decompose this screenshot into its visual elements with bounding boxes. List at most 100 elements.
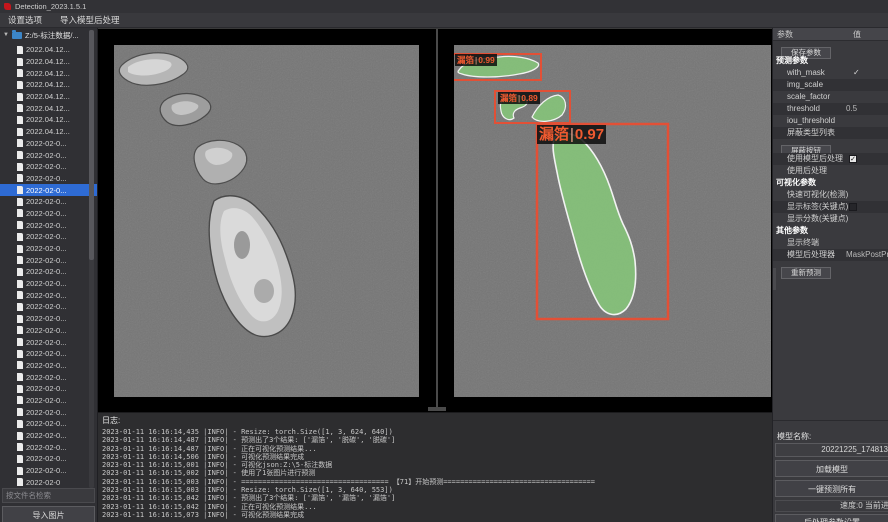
param-row[interactable]: iou_threshold xyxy=(773,115,888,127)
param-button[interactable]: 重新预测 xyxy=(781,267,831,279)
file-item[interactable]: 2022-02-0... xyxy=(0,254,97,266)
panel-divider[interactable] xyxy=(436,29,438,409)
sidebar-scrollbar[interactable] xyxy=(89,30,94,488)
import-image-button[interactable]: 导入图片 xyxy=(2,506,95,522)
param-row[interactable]: 使用后处理 xyxy=(773,165,888,177)
file-item[interactable]: 2022-02-0... xyxy=(0,161,97,173)
menu-item-import-postprocess[interactable]: 导入模型后处理 xyxy=(60,14,120,26)
panel-splitter-handle[interactable] xyxy=(773,268,776,290)
sidebar-scrollbar-thumb[interactable] xyxy=(89,30,94,260)
log-panel[interactable]: 日志: 2023-01-11 16:16:14,435 |INFO| - Res… xyxy=(98,412,772,522)
file-item[interactable]: 2022-02-0... xyxy=(0,465,97,477)
file-item-label: 2022-02-0... xyxy=(26,279,66,288)
param-value[interactable]: 0.5 xyxy=(846,103,857,115)
file-item[interactable]: 2022.04.12... xyxy=(0,79,97,91)
file-item[interactable]: 2022-02-0... xyxy=(0,184,97,196)
param-label: 显示终端 xyxy=(787,238,819,247)
file-item[interactable]: 2022.04.12... xyxy=(0,91,97,103)
raw-image-panel[interactable] xyxy=(114,45,419,397)
panel-divider-handle[interactable] xyxy=(428,407,446,411)
param-row[interactable]: 快速可视化(检测) xyxy=(773,189,888,201)
file-item-label: 2022.04.12... xyxy=(26,104,70,113)
file-item[interactable]: 2022-02-0... xyxy=(0,173,97,185)
file-item-label: 2022-02-0... xyxy=(26,466,66,475)
param-row[interactable]: 使用模型后处理 ✓ xyxy=(773,153,888,165)
file-item[interactable]: 2022-02-0... xyxy=(0,231,97,243)
log-line: 2023-01-11 16:16:15,003 |INFO| - =======… xyxy=(102,478,768,486)
param-row[interactable]: scale_factor xyxy=(773,91,888,103)
detection-label-3: 漏箔|0.97 xyxy=(537,125,606,144)
file-item[interactable]: 2022.04.12... xyxy=(0,114,97,126)
file-item[interactable]: 2022-02-0... xyxy=(0,138,97,150)
file-item[interactable]: 2022-02-0... xyxy=(0,348,97,360)
file-item[interactable]: 2022-02-0... xyxy=(0,196,97,208)
file-icon xyxy=(17,373,23,381)
prediction-image-panel[interactable]: 漏箔|0.99 漏箔|0.89 漏箔|0.97 xyxy=(454,45,771,397)
postprocess-settings-button[interactable]: 后处理参数设置 xyxy=(775,514,888,522)
file-icon xyxy=(17,128,23,136)
search-input[interactable] xyxy=(2,488,95,503)
file-item[interactable]: 2022-02-0... xyxy=(0,325,97,337)
file-item[interactable]: 2022-02-0... xyxy=(0,266,97,278)
file-item-label: 2022-02-0... xyxy=(26,197,66,206)
log-line: 2023-01-11 16:16:14,506 |INFO| - 可视化预测结果… xyxy=(102,453,768,461)
file-item-label: 2022-02-0... xyxy=(26,361,66,370)
file-item[interactable]: 2022.04.12... xyxy=(0,56,97,68)
load-model-button[interactable]: 加载模型 xyxy=(775,460,888,477)
file-item[interactable]: 2022-02-0... xyxy=(0,360,97,372)
file-item-label: 2022-02-0... xyxy=(26,256,66,265)
param-label: with_mask xyxy=(787,68,825,77)
param-label: 使用模型后处理 xyxy=(787,154,843,163)
param-label: 显示标签(关键点) xyxy=(787,202,848,211)
file-item[interactable]: 2022-02-0... xyxy=(0,418,97,430)
param-row[interactable]: threshold0.5 xyxy=(773,103,888,115)
param-row[interactable]: 屏蔽类型列表 xyxy=(773,127,888,139)
file-item[interactable]: 2022.04.12... xyxy=(0,126,97,138)
file-item[interactable]: 2022-02-0... xyxy=(0,149,97,161)
file-icon xyxy=(17,81,23,89)
param-label: 快速可视化(检测) xyxy=(787,190,848,199)
file-item[interactable]: 2022-02-0... xyxy=(0,406,97,418)
menu-item-settings[interactable]: 设置选项 xyxy=(8,14,42,26)
file-item[interactable]: 2022-02-0... xyxy=(0,219,97,231)
param-value[interactable]: MaskPostPro xyxy=(846,249,888,261)
file-item-label: 2022-02-0... xyxy=(26,338,66,347)
file-item[interactable]: 2022-02-0... xyxy=(0,289,97,301)
file-item[interactable]: 2022.04.12... xyxy=(0,67,97,79)
file-item-label: 2022-02-0... xyxy=(26,349,66,358)
file-item[interactable]: 2022-02-0... xyxy=(0,430,97,442)
file-item[interactable]: 2022-02-0... xyxy=(0,383,97,395)
checkbox-empty-icon[interactable] xyxy=(849,203,857,211)
file-item[interactable]: 2022-02-0... xyxy=(0,441,97,453)
file-item[interactable]: 2022-02-0... xyxy=(0,453,97,465)
file-item[interactable]: 2022-02-0... xyxy=(0,301,97,313)
file-item[interactable]: 2022-02-0... xyxy=(0,313,97,325)
file-item[interactable]: 2022-02-0... xyxy=(0,278,97,290)
param-row[interactable]: 模型后处理器MaskPostPro xyxy=(773,249,888,261)
param-table-header: 参数 值 xyxy=(773,28,888,41)
param-row[interactable]: 显示分数(关键点) xyxy=(773,213,888,225)
model-name-field[interactable]: 20221225_174813 xyxy=(775,443,888,457)
param-row[interactable]: 显示终端 xyxy=(773,237,888,249)
param-row[interactable]: with_mask✓ xyxy=(773,67,888,79)
file-item[interactable]: 2022-02-0 xyxy=(0,476,97,488)
file-item[interactable]: 2022-02-0... xyxy=(0,208,97,220)
param-label: 可视化参数 xyxy=(776,178,816,187)
file-icon xyxy=(17,385,23,393)
file-item[interactable]: 2022-02-0... xyxy=(0,371,97,383)
param-row[interactable]: 显示标签(关键点) xyxy=(773,201,888,213)
file-item[interactable]: 2022-02-0... xyxy=(0,336,97,348)
tree-root-folder[interactable]: ▼ Z:/5-标注数据/... xyxy=(0,28,97,42)
file-item[interactable]: 2022.04.12... xyxy=(0,102,97,114)
predict-all-button[interactable]: 一键预测所有 xyxy=(775,480,888,497)
checkbox-checked-icon[interactable]: ✓ xyxy=(849,155,857,163)
param-button-row: 屏蔽按钮 xyxy=(773,139,888,153)
file-icon xyxy=(17,186,23,194)
file-item[interactable]: 2022-02-0... xyxy=(0,395,97,407)
file-item[interactable]: 2022.04.12... xyxy=(0,44,97,56)
param-row[interactable]: img_scale xyxy=(773,79,888,91)
file-item[interactable]: 2022-02-0... xyxy=(0,243,97,255)
file-icon xyxy=(17,396,23,404)
param-label: 其他参数 xyxy=(776,226,808,235)
expand-caret-icon[interactable]: ▼ xyxy=(3,32,9,38)
